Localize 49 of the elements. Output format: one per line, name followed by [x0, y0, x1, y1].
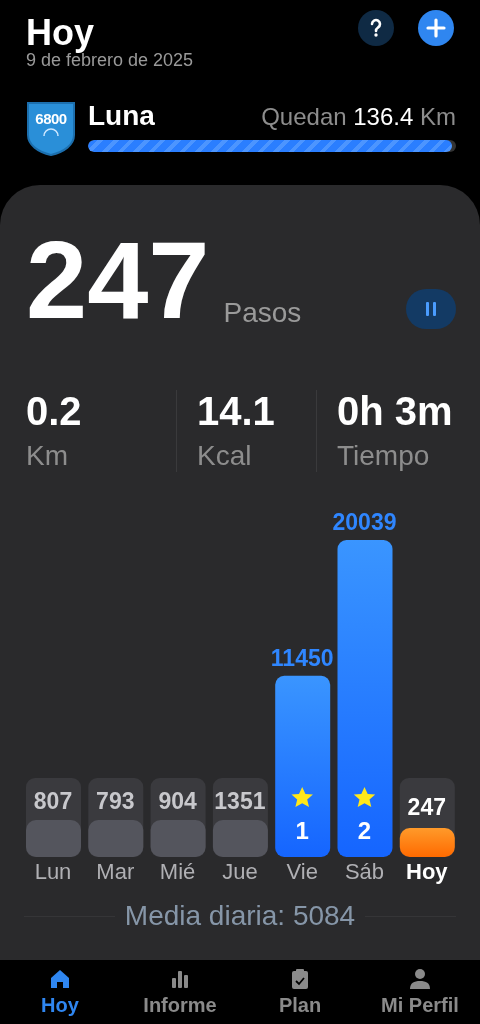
day-label: Mié — [159, 859, 196, 884]
nav-tab[interactable]: Informe — [120, 960, 240, 1024]
day-label: Jue — [222, 859, 258, 884]
stat-label: Tiempo — [337, 440, 431, 472]
help-icon — [368, 18, 384, 38]
bar-value-label: 904 — [158, 788, 197, 814]
bar-value-label: 247 — [407, 794, 446, 820]
bar-value-label: 793 — [96, 788, 135, 814]
stat-label: Km — [26, 440, 69, 472]
star-icon — [291, 787, 313, 807]
stat-value: 0.2 — [26, 390, 83, 432]
add-icon — [426, 18, 446, 38]
day-label: Hoy — [406, 859, 448, 884]
bar — [88, 820, 144, 857]
day-label: Vie — [286, 859, 318, 884]
today-bar — [399, 828, 455, 857]
stat-value: 0h 3m — [337, 390, 454, 432]
nav-tab[interactable]: Mi Perfil — [360, 960, 480, 1024]
daily-average: Media diaria: 5084 — [124, 900, 356, 932]
day-label: Lun — [34, 859, 72, 884]
bar-value-label: 1351 — [214, 788, 266, 814]
person-icon — [409, 967, 431, 990]
day-label: Mar — [96, 859, 135, 884]
day-label: Sáb — [344, 859, 385, 884]
home-icon — [49, 967, 71, 990]
step-count: 247 — [26, 225, 210, 335]
help-button[interactable] — [358, 10, 394, 46]
challenge-name: Luna — [88, 100, 155, 132]
nav-tab[interactable]: Hoy — [0, 960, 120, 1024]
medal-count: 2 — [357, 817, 372, 844]
page-title: Hoy — [26, 14, 95, 52]
bar-value-label: 807 — [33, 788, 73, 814]
bar — [26, 820, 81, 857]
bar — [150, 820, 206, 857]
stat-value: 14.1 — [197, 390, 276, 432]
clipboard-icon — [289, 967, 311, 990]
add-button[interactable] — [418, 10, 454, 46]
pause-button[interactable] — [406, 289, 456, 329]
badge-icon: 6800 — [26, 100, 76, 156]
bar — [212, 820, 268, 857]
stat-label: Kcal — [197, 440, 253, 472]
bar-value-label: 20039 — [332, 509, 397, 535]
nav-tab[interactable]: Plan — [240, 960, 360, 1024]
star-icon — [353, 787, 376, 807]
step-unit: Pasos — [223, 297, 303, 329]
bar-value-label: 11450 — [270, 644, 334, 671]
pause-icon — [425, 302, 437, 316]
remaining-distance: Quedan 136.4 Km — [261, 103, 456, 131]
medal-count: 1 — [295, 817, 309, 844]
